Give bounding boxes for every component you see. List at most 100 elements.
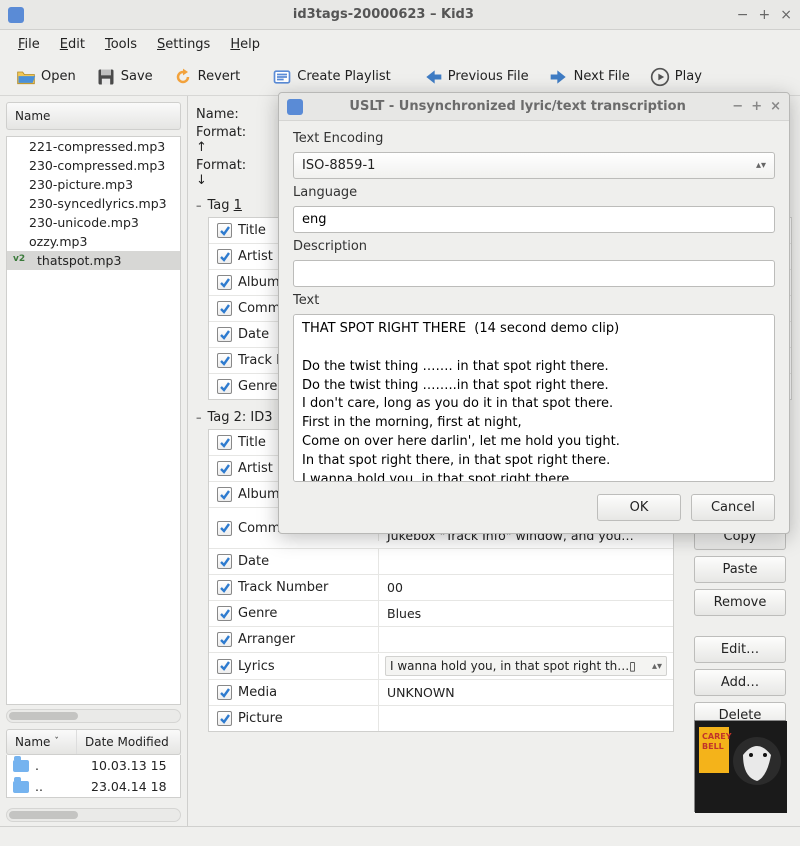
field-checkbox[interactable] (217, 521, 232, 536)
album-art[interactable]: CAREY BELL (694, 720, 786, 812)
folder-icon (13, 760, 29, 772)
field-checkbox[interactable] (217, 327, 232, 342)
field-checkbox[interactable] (217, 249, 232, 264)
file-list-header[interactable]: Name (6, 102, 181, 130)
file-item[interactable]: thatspot.mp3 (7, 251, 180, 270)
tag2-row: Lyrics I wanna hold you, in that spot rig… (209, 653, 673, 680)
text-textarea[interactable] (293, 314, 775, 482)
menu-tools[interactable]: Tools (97, 34, 145, 55)
chevron-updown-icon: ▴▾ (756, 160, 766, 171)
dir-header-name[interactable]: Nameˇ (7, 730, 77, 754)
add-button[interactable]: Add… (694, 669, 786, 696)
window-close-icon[interactable]: × (780, 7, 792, 23)
field-checkbox[interactable] (217, 353, 232, 368)
field-label: Album (238, 275, 280, 290)
window-maximize-icon[interactable]: + (759, 7, 771, 23)
file-item[interactable]: 230-compressed.mp3 (7, 156, 180, 175)
field-label: Lyrics (238, 659, 275, 674)
dialog-close-icon[interactable]: × (770, 99, 781, 114)
field-value[interactable] (379, 635, 673, 645)
window-minimize-icon[interactable]: − (737, 7, 749, 23)
field-checkbox[interactable] (217, 487, 232, 502)
menu-settings[interactable]: Settings (149, 34, 218, 55)
app-icon (8, 7, 24, 23)
ok-button[interactable]: OK (597, 494, 681, 521)
format-up-label[interactable]: Format: ↑ (196, 125, 258, 155)
field-checkbox[interactable] (217, 659, 232, 674)
field-checkbox[interactable] (217, 461, 232, 476)
paste-button[interactable]: Paste (694, 556, 786, 583)
description-input[interactable] (293, 260, 775, 287)
tag2-row: Arranger (209, 627, 673, 653)
menu-edit[interactable]: Edit (52, 34, 93, 55)
dialog-minimize-icon[interactable]: − (732, 99, 743, 114)
titlebar: id3tags-20000623 – Kid3 − + × (0, 0, 800, 30)
field-label: Picture (238, 711, 283, 726)
field-label: Artist (238, 461, 273, 476)
playlist-icon (272, 67, 292, 87)
create-playlist-button[interactable]: Create Playlist (264, 64, 399, 90)
field-checkbox[interactable] (217, 685, 232, 700)
file-list[interactable]: 221-compressed.mp3230-compressed.mp3230-… (6, 136, 181, 705)
file-item[interactable]: ozzy.mp3 (7, 232, 180, 251)
file-item[interactable]: 230-syncedlyrics.mp3 (7, 194, 180, 213)
field-label: Genre (238, 606, 277, 621)
field-label: Title (238, 435, 266, 450)
dir-row[interactable]: ..23.04.14 18 (7, 776, 180, 797)
format-down-label[interactable]: Format: ↓ (196, 158, 258, 188)
field-checkbox[interactable] (217, 301, 232, 316)
language-input[interactable] (293, 206, 775, 233)
field-value[interactable]: 00 (379, 575, 673, 600)
uslt-dialog: USLT - Unsynchronized lyric/text transcr… (278, 92, 790, 534)
field-label: Date (238, 554, 269, 569)
field-checkbox[interactable] (217, 379, 232, 394)
encoding-combo[interactable]: ISO-8859-1 ▴▾ (293, 152, 775, 179)
field-value[interactable]: UNKNOWN (379, 680, 673, 705)
field-checkbox[interactable] (217, 580, 232, 595)
save-button[interactable]: Save (88, 64, 161, 90)
field-value[interactable]: I wanna hold you, in that spot right th…… (385, 656, 667, 676)
chevron-updown-icon: ▴▾ (652, 661, 662, 672)
dialog-titlebar[interactable]: USLT - Unsynchronized lyric/text transcr… (279, 93, 789, 121)
field-label: Date (238, 327, 269, 342)
previous-file-button[interactable]: Previous File (415, 64, 537, 90)
remove-button[interactable]: Remove (694, 589, 786, 616)
field-checkbox[interactable] (217, 223, 232, 238)
field-label: Arranger (238, 632, 295, 647)
play-button[interactable]: Play (642, 64, 710, 90)
dialog-app-icon (287, 99, 303, 115)
field-checkbox[interactable] (217, 711, 232, 726)
menu-help[interactable]: Help (222, 34, 268, 55)
sort-indicator-icon: ˇ (54, 737, 59, 747)
arrow-left-icon (423, 67, 443, 87)
dir-header-date[interactable]: Date Modified (77, 730, 177, 754)
svg-text:CAREY: CAREY (702, 732, 732, 741)
dir-row[interactable]: .10.03.13 15 (7, 755, 180, 776)
file-item[interactable]: 221-compressed.mp3 (7, 137, 180, 156)
field-label: Track Number (238, 580, 328, 595)
field-checkbox[interactable] (217, 554, 232, 569)
file-list-scrollbar[interactable] (6, 709, 181, 723)
field-checkbox[interactable] (217, 632, 232, 647)
field-label: Media (238, 685, 277, 700)
menu-file[interactable]: File (10, 34, 48, 55)
dir-list-scrollbar[interactable] (6, 808, 181, 822)
file-item[interactable]: 230-unicode.mp3 (7, 213, 180, 232)
dir-list[interactable]: .10.03.13 15..23.04.14 18 (6, 755, 181, 798)
dialog-maximize-icon[interactable]: + (751, 99, 762, 114)
field-checkbox[interactable] (217, 435, 232, 450)
field-value[interactable] (379, 714, 673, 724)
edit-button[interactable]: Edit… (694, 636, 786, 663)
field-checkbox[interactable] (217, 275, 232, 290)
name-label: Name: (196, 107, 258, 122)
open-button[interactable]: Open (8, 64, 84, 90)
file-item[interactable]: 230-picture.mp3 (7, 175, 180, 194)
field-value[interactable]: Blues (379, 601, 673, 626)
revert-button[interactable]: Revert (165, 64, 249, 90)
revert-icon (173, 67, 193, 87)
cancel-button[interactable]: Cancel (691, 494, 775, 521)
field-value[interactable] (379, 557, 673, 567)
tag2-row: Media UNKNOWN (209, 680, 673, 706)
next-file-button[interactable]: Next File (541, 64, 638, 90)
field-checkbox[interactable] (217, 606, 232, 621)
